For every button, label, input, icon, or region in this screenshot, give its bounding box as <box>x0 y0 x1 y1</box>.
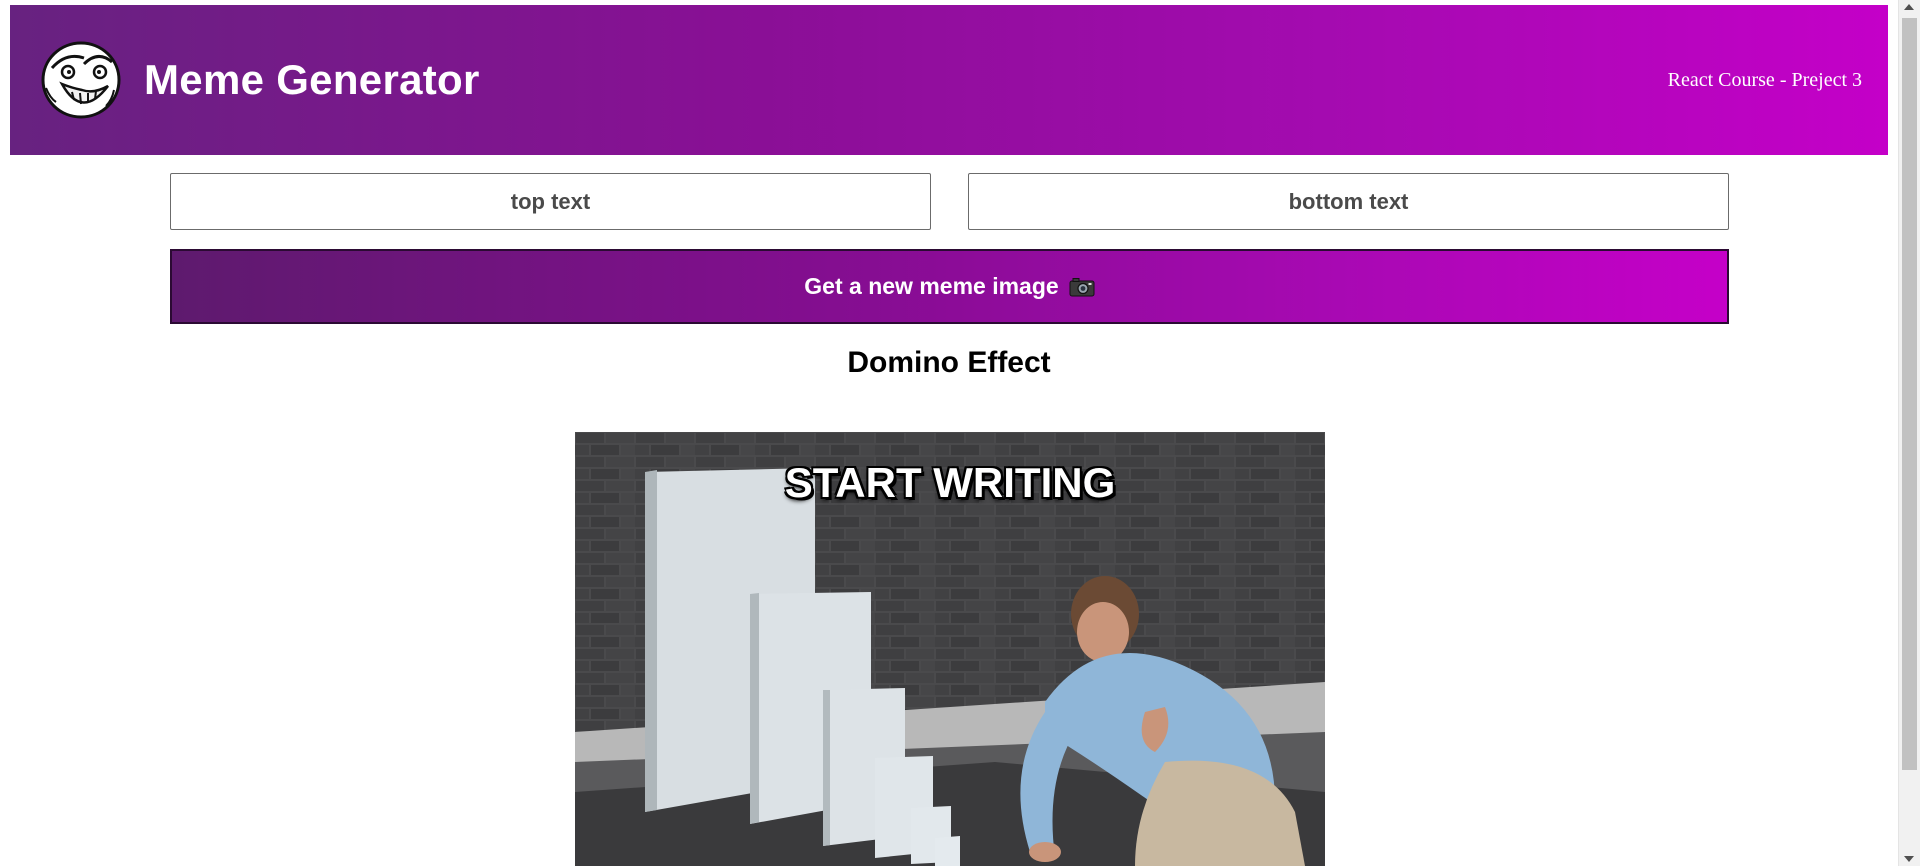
camera-icon <box>1069 277 1095 296</box>
text-inputs <box>170 173 1729 230</box>
page: Meme Generator React Course - Preject 3 … <box>0 0 1898 866</box>
vertical-scrollbar[interactable] <box>1898 0 1920 866</box>
troll-face-icon <box>41 41 121 119</box>
get-new-meme-label: Get a new meme image <box>804 273 1059 299</box>
meme-name: Domino Effect <box>847 346 1051 379</box>
meme-top-text: START WRITING <box>784 459 1116 506</box>
meme-preview: START WRITING <box>575 432 1325 866</box>
scroll-up-arrow-icon[interactable] <box>1904 4 1914 10</box>
bottom-text-input[interactable] <box>968 173 1729 230</box>
get-new-meme-button[interactable]: Get a new meme image <box>170 249 1729 324</box>
scrollbar-thumb[interactable] <box>1902 18 1917 770</box>
scroll-down-arrow-icon[interactable] <box>1904 856 1914 862</box>
meme-form: Get a new meme image <box>170 173 1729 324</box>
app-title: Meme Generator <box>144 56 480 103</box>
app-header: Meme Generator React Course - Preject 3 <box>10 5 1888 155</box>
course-label: React Course - Preject 3 <box>1667 68 1862 91</box>
top-text-input[interactable] <box>170 173 931 230</box>
